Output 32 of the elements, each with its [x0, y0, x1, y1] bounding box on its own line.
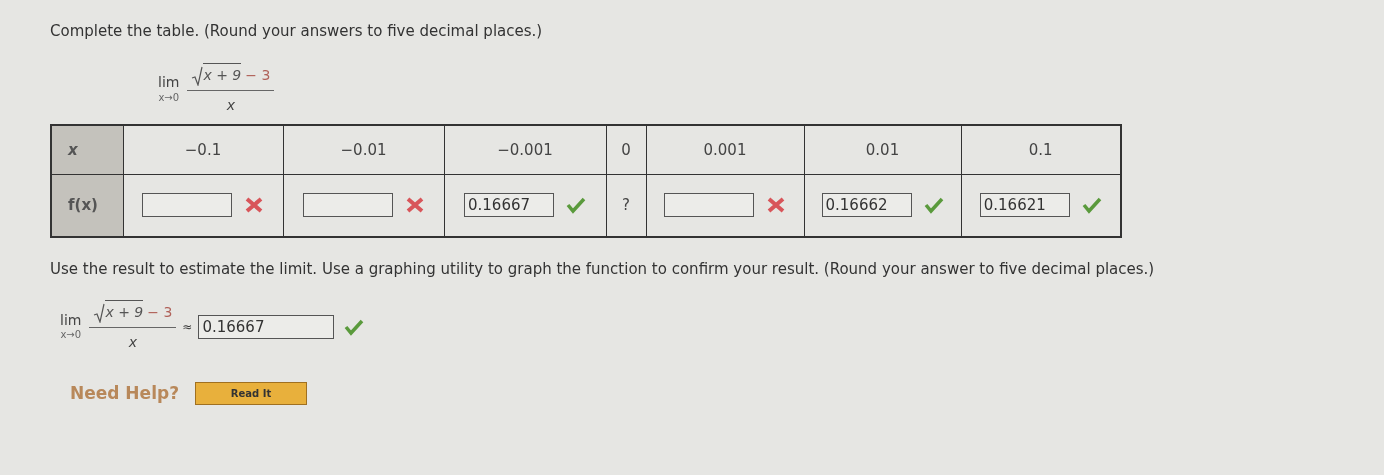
numerator-text: − 3	[245, 65, 271, 85]
lim-text: lim	[158, 74, 180, 92]
answer-field[interactable]: 0.16667	[198, 314, 335, 339]
numerator-text: − 3	[147, 303, 173, 322]
input-field[interactable]: 0.16662	[821, 193, 912, 218]
denominator-text: x	[226, 95, 236, 115]
input-field[interactable]: 0.16621	[979, 193, 1070, 218]
approx-symbol: ≈	[182, 318, 193, 336]
radical-sign-icon	[191, 65, 204, 86]
table-cell: 0.01	[804, 124, 961, 175]
instruction-text: Complete the table. (Round your answers to five decimal places.)	[50, 21, 544, 42]
row-header: x	[51, 124, 123, 175]
input-field[interactable]	[664, 193, 754, 218]
table-cell: −0.1	[123, 124, 283, 175]
help-label: Need Help?	[70, 382, 179, 405]
radical-sign-icon	[93, 303, 106, 323]
row-header: f(x)	[51, 174, 123, 237]
radicand-text: x + 9	[203, 62, 242, 86]
lim-text: lim	[60, 311, 82, 329]
table-cell: −0.01	[283, 124, 444, 175]
limit-subscript: x→0	[60, 329, 82, 342]
read-it-button[interactable]: Read It	[195, 382, 307, 406]
table-cell: 0	[606, 124, 646, 175]
table-cell: −0.001	[444, 124, 606, 175]
radicand-text: x + 9	[105, 300, 144, 323]
limit-subscript: x→0	[158, 91, 180, 104]
denominator-text: x	[128, 333, 138, 352]
input-field[interactable]	[142, 193, 232, 218]
table-cell: 0.001	[646, 124, 804, 175]
input-field[interactable]: 0.16667	[464, 193, 554, 218]
input-field[interactable]	[302, 193, 393, 218]
instruction-text: Use the result to estimate the limit. Use a graphing utility to graph the function to confirm your result. (Round your answer to five decimal places.)	[50, 258, 1156, 280]
